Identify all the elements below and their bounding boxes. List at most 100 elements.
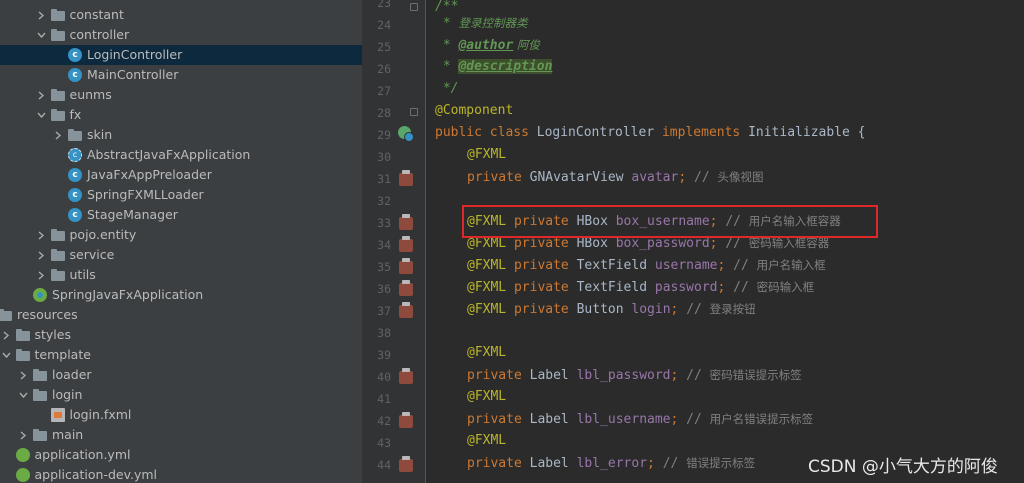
tree-item-label: controller <box>69 27 130 42</box>
code-line-30[interactable]: @FXML <box>467 144 506 166</box>
chevron-right-icon[interactable] <box>2 325 12 345</box>
code-line-26[interactable]: * @description <box>435 56 553 78</box>
tree-item[interactable]: styles <box>0 325 362 345</box>
line-number: 33 <box>377 216 391 230</box>
tree-item[interactable]: login <box>0 385 362 405</box>
comment-text: 密码输入框容器 <box>748 236 830 250</box>
line-number: 31 <box>377 172 391 186</box>
code-line-36[interactable]: @FXML private TextField password; // 密码输… <box>467 276 814 298</box>
comment-text: 密码输入框 <box>756 280 815 294</box>
comment-marker: // <box>662 456 687 471</box>
chevron-down-icon[interactable] <box>36 25 47 45</box>
tree-item[interactable]: application-dev.yml <box>0 465 362 483</box>
type-name: TextField <box>576 258 655 273</box>
yml-file-icon <box>15 468 30 482</box>
chevron-right-icon[interactable] <box>19 425 29 445</box>
fold-marker[interactable] <box>410 3 418 11</box>
fxml-link-gutter-icon[interactable] <box>399 412 413 428</box>
tree-item[interactable]: loader <box>0 365 362 385</box>
code-line-42[interactable]: private Label lbl_username; // 用户名错误提示标签 <box>467 408 813 430</box>
doc-tag-description: @description <box>458 59 553 74</box>
tree-item[interactable]: fx <box>0 105 362 125</box>
tree-item[interactable]: service <box>0 245 362 265</box>
keyword: private <box>467 170 530 185</box>
chevron-right-icon[interactable] <box>37 85 47 105</box>
fxml-link-gutter-icon[interactable] <box>399 280 413 296</box>
chevron-right-icon[interactable] <box>54 125 64 145</box>
code-line-44[interactable]: private Label lbl_error; // 错误提示标签 <box>467 452 755 474</box>
class-icon: c <box>68 48 82 62</box>
code-line-41[interactable]: @FXML <box>467 386 506 408</box>
code-line-40[interactable]: private Label lbl_password; // 密码错误提示标签 <box>467 364 802 386</box>
fxml-link-gutter-icon[interactable] <box>399 236 413 252</box>
class-icon: c <box>68 208 82 222</box>
chevron-down-icon[interactable] <box>1 345 12 365</box>
tree-item[interactable]: c LoginController <box>0 45 362 65</box>
annotation: @FXML <box>467 147 507 162</box>
code-line-39[interactable]: @FXML <box>467 342 506 364</box>
chevron-right-icon[interactable] <box>37 265 47 285</box>
line-number: 38 <box>377 326 391 340</box>
code-line-27[interactable]: */ <box>435 78 459 100</box>
code-line-37[interactable]: @FXML private Button login; // 登录按钮 <box>467 298 756 320</box>
class-icon: c <box>68 68 82 82</box>
tree-item[interactable]: c SpringFXMLLoader <box>0 185 362 205</box>
watermark: CSDN @小气大方的阿俊 <box>808 457 998 477</box>
line-number: 42 <box>377 414 391 428</box>
fxml-file-icon <box>50 408 65 422</box>
tree-item[interactable]: login.fxml <box>0 405 362 425</box>
class-name: LoginController <box>536 125 662 140</box>
tree-item[interactable]: pojo.entity <box>0 225 362 245</box>
tree-item-label: utils <box>69 267 96 282</box>
punctuation: ; <box>678 170 694 185</box>
tree-item[interactable]: resources <box>0 305 362 325</box>
tree-item[interactable]: template <box>0 345 362 365</box>
code-line-35[interactable]: @FXML private TextField username; // 用户名… <box>467 254 826 276</box>
chevron-right-icon[interactable] <box>37 225 47 245</box>
tree-item-label: MainController <box>87 67 179 82</box>
field-name: box_password <box>615 236 710 251</box>
line-number: 43 <box>377 436 391 450</box>
tree-item[interactable]: utils <box>0 265 362 285</box>
code-line-25[interactable]: * @author 阿俊 <box>435 34 540 56</box>
code-line-29[interactable]: public class LoginController implements … <box>435 122 865 144</box>
tree-item[interactable]: SpringJavaFxApplication <box>0 285 362 305</box>
code-line-24[interactable]: * 登录控制器类 <box>435 12 528 34</box>
tree-item[interactable]: constant <box>0 5 362 25</box>
line-number: 36 <box>377 282 391 296</box>
fxml-link-gutter-icon[interactable] <box>399 302 413 318</box>
highlight-box <box>462 205 878 238</box>
tree-item[interactable]: c MainController <box>0 65 362 85</box>
chevron-right-icon[interactable] <box>37 5 47 25</box>
fxml-link-gutter-icon[interactable] <box>399 258 413 274</box>
run-gutter-icon[interactable] <box>398 126 414 142</box>
chevron-down-icon[interactable] <box>19 385 29 405</box>
fold-marker[interactable] <box>410 108 418 116</box>
chevron-down-icon[interactable] <box>36 105 47 125</box>
tree-item[interactable]: controller <box>0 25 362 45</box>
tree-item[interactable]: eunms <box>0 85 362 105</box>
fxml-link-gutter-icon[interactable] <box>399 214 413 230</box>
tree-item[interactable]: application.yml <box>0 445 362 465</box>
comment-text: 头像视图 <box>717 170 764 184</box>
punctuation: ; <box>670 412 687 427</box>
type-name: Button <box>576 302 632 317</box>
fxml-link-gutter-icon[interactable] <box>399 368 413 384</box>
fxml-link-gutter-icon[interactable] <box>399 170 413 186</box>
tree-item[interactable]: c JavaFxAppPreloader <box>0 165 362 185</box>
doc-comment-star: * <box>435 16 459 31</box>
chevron-right-icon[interactable] <box>37 245 47 265</box>
code-line-28[interactable]: @Component <box>435 100 513 122</box>
code-line-31[interactable]: private GNAvatarView avatar; // 头像视图 <box>467 166 763 188</box>
chevron-right-icon[interactable] <box>19 365 29 385</box>
tree-item[interactable]: c StageManager <box>0 205 362 225</box>
tree-item[interactable]: skin <box>0 125 362 145</box>
fxml-link-gutter-icon[interactable] <box>399 456 413 472</box>
tree-item[interactable]: main <box>0 425 362 445</box>
punctuation: ; <box>717 280 734 295</box>
folder-icon <box>15 348 30 362</box>
tree-item-label: main <box>52 427 84 442</box>
code-line-43[interactable]: @FXML <box>467 430 506 452</box>
punctuation: ; <box>670 302 687 317</box>
tree-item[interactable]: c AbstractJavaFxApplication <box>0 145 362 165</box>
